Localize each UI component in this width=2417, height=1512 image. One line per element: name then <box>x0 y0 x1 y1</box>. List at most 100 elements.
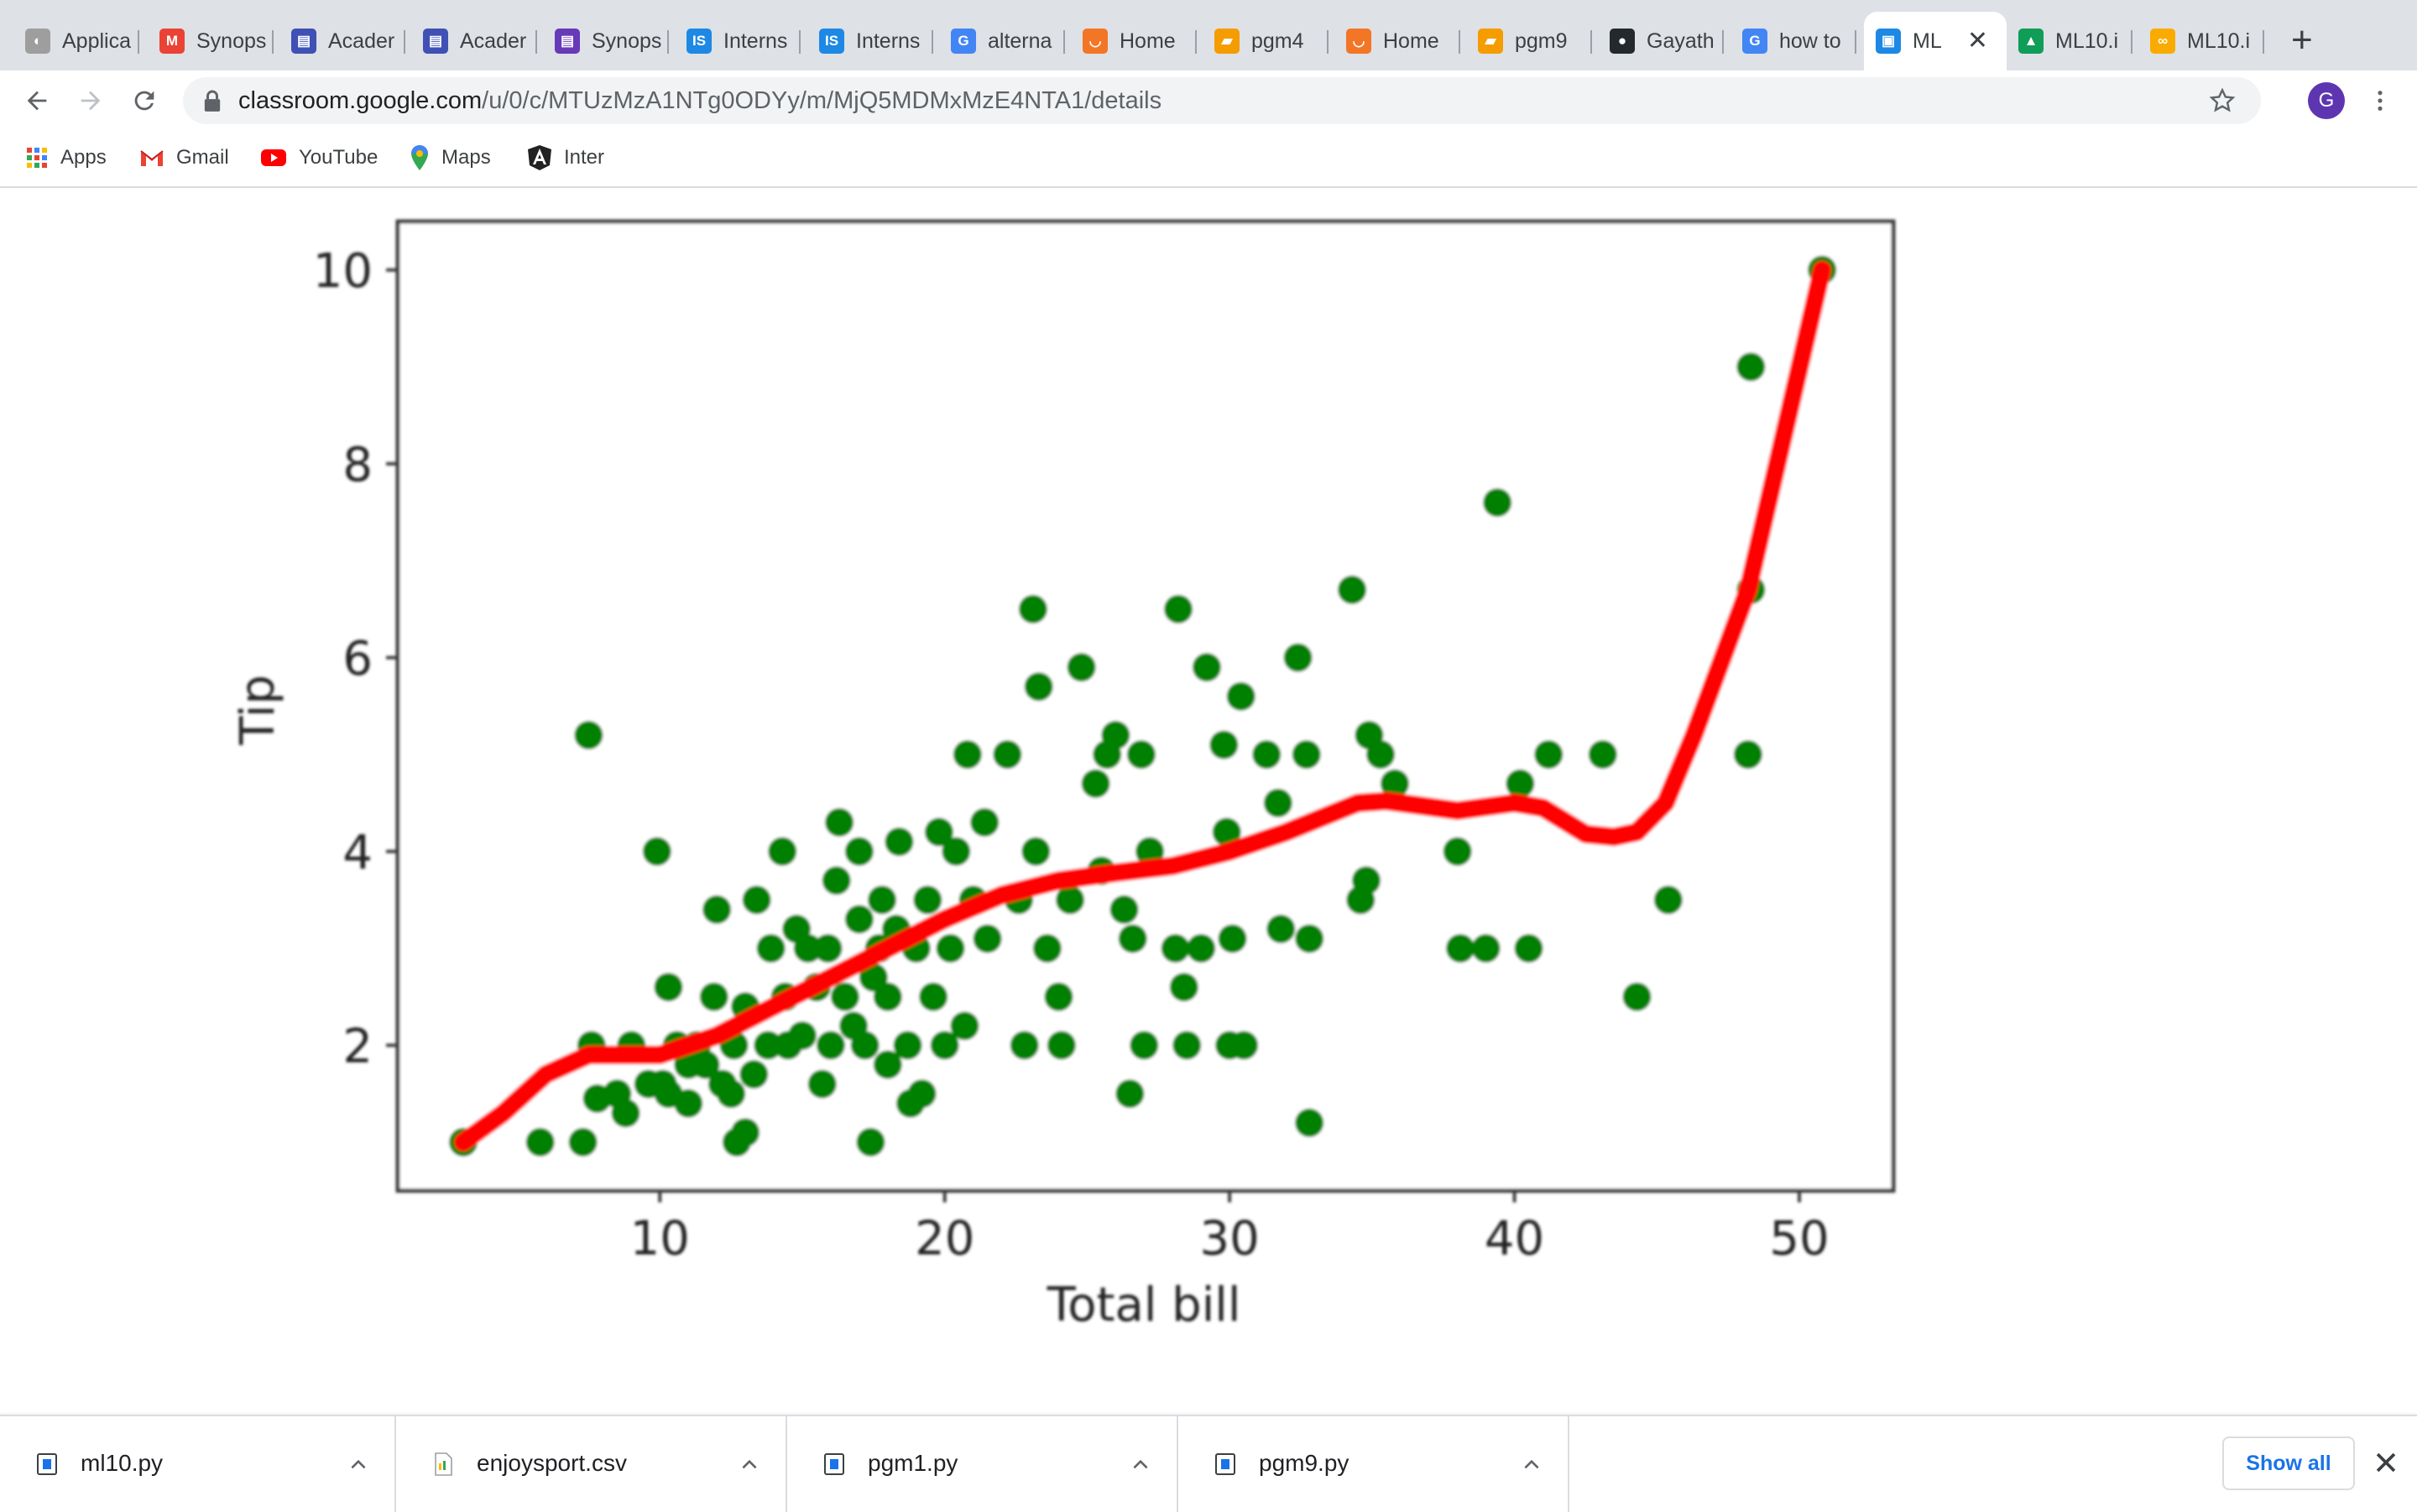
chevron-up-icon[interactable] <box>1521 1453 1543 1475</box>
x-tick-label: 10 <box>630 1212 690 1266</box>
bookmark-gmail[interactable]: Gmail <box>139 143 229 173</box>
y-axis-label: Tip <box>231 675 285 746</box>
download-item[interactable]: ml10.py <box>0 1416 396 1512</box>
bookmark-label: YouTube <box>299 146 378 169</box>
data-point <box>1187 934 1216 963</box>
data-point <box>1130 1030 1159 1060</box>
address-bar[interactable]: classroom.google.com/u/0/c/MTUzMzA1NTg0O… <box>183 77 2261 124</box>
data-point <box>844 905 874 934</box>
bookmark-label: Gmail <box>176 146 229 169</box>
forms-icon: ▤ <box>423 29 448 54</box>
tab[interactable]: IS Interns <box>807 12 933 70</box>
data-point <box>1164 595 1193 623</box>
data-point <box>1056 885 1085 915</box>
drive-icon: ▲ <box>2018 29 2044 54</box>
downloads-bar: ml10.py enjoysport.csv pgm1.py pgm9.py S… <box>0 1415 2417 1512</box>
chevron-up-icon[interactable] <box>739 1453 760 1475</box>
reload-button[interactable] <box>126 82 163 119</box>
tab[interactable]: ▤ Synops <box>543 12 669 70</box>
x-tick-label: 50 <box>1769 1212 1829 1266</box>
forward-arrow-icon <box>81 91 101 111</box>
tab[interactable]: ∞ ML10.i <box>2138 12 2264 70</box>
chevron-up-icon[interactable] <box>347 1453 369 1475</box>
data-point <box>1081 769 1110 798</box>
bookmark-star-icon[interactable] <box>2209 87 2236 114</box>
data-point <box>742 885 771 915</box>
tab-separator <box>2263 30 2264 54</box>
forward-button[interactable] <box>72 82 109 119</box>
tab[interactable]: ◐ Applica <box>13 12 139 70</box>
bookmark-maps[interactable]: Maps <box>410 143 491 173</box>
data-point <box>1588 740 1617 769</box>
data-point <box>856 1128 885 1157</box>
tab[interactable]: ▰ pgm9 <box>1466 12 1592 70</box>
bookmark-inter[interactable]: Inter <box>527 143 604 173</box>
show-all-button[interactable]: Show all <box>2222 1436 2355 1490</box>
y-tick-label: 2 <box>342 1019 373 1074</box>
new-tab-button[interactable]: + <box>2291 22 2313 59</box>
tab[interactable]: ◡ Home <box>1071 12 1197 70</box>
data-point <box>642 837 671 866</box>
y-tick-label: 4 <box>342 826 373 880</box>
download-item[interactable]: pgm9.py <box>1178 1416 1569 1512</box>
close-icon[interactable] <box>2372 1448 2400 1477</box>
tab-label: Synops <box>592 29 662 53</box>
tab-label: ML <box>1913 29 1942 53</box>
data-point <box>699 983 728 1011</box>
tab[interactable]: ● Gayath <box>1598 12 1724 70</box>
data-point <box>893 1030 922 1060</box>
python-file-icon <box>37 1453 57 1475</box>
data-point <box>654 972 683 1002</box>
tab-separator <box>535 30 537 54</box>
data-point <box>970 808 1000 837</box>
tab-strip: ◐ Applica M Synops ▤ Acader ▤ Acader ▤ Synops IS In… <box>0 0 2417 70</box>
data-point <box>1021 837 1051 866</box>
data-point <box>1172 1030 1202 1060</box>
tab[interactable]: IS Interns <box>675 12 801 70</box>
tab[interactable]: ◡ Home <box>1334 12 1460 70</box>
data-point <box>942 837 971 866</box>
tab-separator <box>1590 30 1592 54</box>
chevron-up-icon[interactable] <box>1130 1453 1151 1475</box>
tab-active[interactable]: ▣ ML ✕ <box>1864 12 2007 70</box>
data-point <box>1263 789 1292 817</box>
tab[interactable]: Galterna <box>939 12 1065 70</box>
tab[interactable]: ▲ ML10.i <box>2007 12 2132 70</box>
tab-separator <box>932 30 933 54</box>
data-point <box>1032 934 1062 963</box>
lock-icon <box>204 90 221 112</box>
bookmark-youtube[interactable]: YouTube <box>260 143 378 173</box>
tab[interactable]: ▰ pgm4 <box>1203 12 1329 70</box>
data-point <box>1161 934 1190 963</box>
data-point <box>1218 924 1247 953</box>
data-point <box>1506 769 1535 798</box>
data-point <box>1047 1030 1076 1060</box>
data-point <box>525 1128 555 1157</box>
tab[interactable]: ▤ Acader <box>411 12 537 70</box>
internshala-icon: IS <box>686 29 712 54</box>
x-axis-label: Total bill <box>1047 1278 1241 1332</box>
profile-avatar[interactable]: G <box>2308 82 2345 119</box>
tab[interactable]: Ghow to <box>1731 12 1856 70</box>
tab-separator <box>1327 30 1329 54</box>
bookmark-apps[interactable]: Apps <box>25 143 107 173</box>
data-point <box>1229 1030 1259 1060</box>
data-point <box>1483 487 1512 517</box>
tab[interactable]: M Synops <box>148 12 274 70</box>
url-host: classroom.google.com <box>238 87 483 114</box>
angular-icon <box>528 145 551 170</box>
data-point <box>1295 1108 1324 1138</box>
download-item[interactable]: pgm1.py <box>787 1416 1178 1512</box>
data-point <box>674 1089 703 1118</box>
data-point <box>611 1098 640 1128</box>
download-item[interactable]: enjoysport.csv <box>396 1416 787 1512</box>
data-point <box>1209 730 1239 759</box>
download-filename: ml10.py <box>81 1450 164 1476</box>
menu-kebab-icon[interactable] <box>2368 89 2392 112</box>
download-filename: pgm9.py <box>1259 1450 1349 1476</box>
colab-icon: ∞ <box>2150 29 2175 54</box>
back-button[interactable] <box>18 82 55 119</box>
classroom-icon: ▣ <box>1876 29 1901 54</box>
tab-close-icon[interactable]: ✕ <box>1967 29 1988 54</box>
tab[interactable]: ▤ Acader <box>279 12 405 70</box>
